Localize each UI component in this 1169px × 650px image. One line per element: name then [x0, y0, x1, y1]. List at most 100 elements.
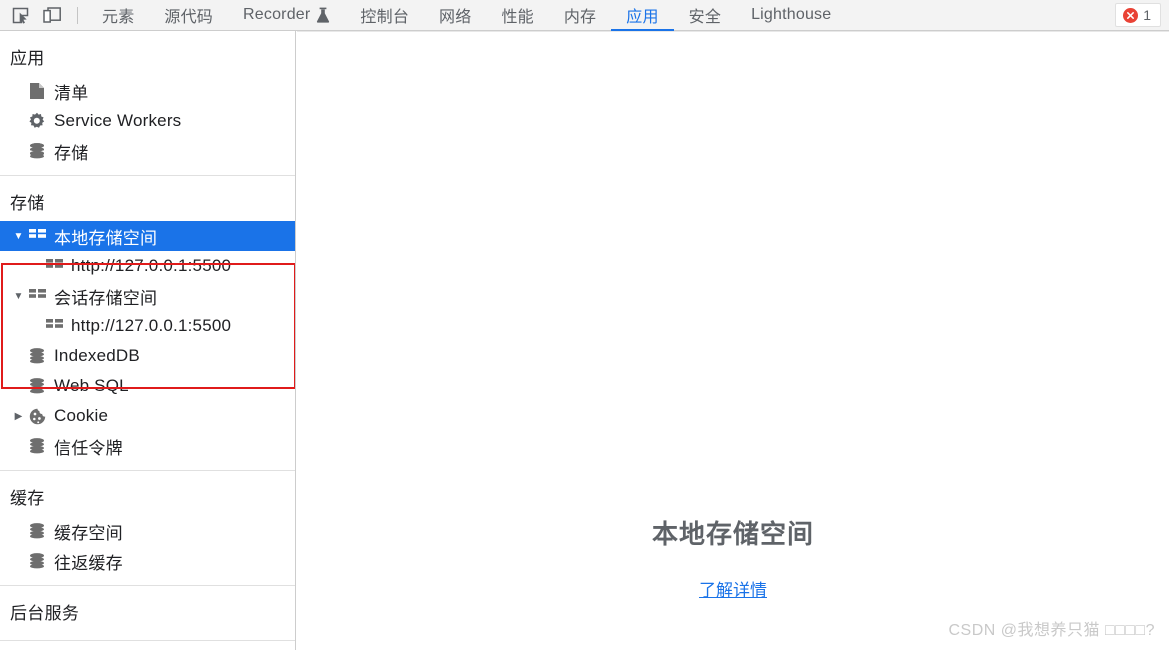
- error-count-badge[interactable]: 1: [1115, 3, 1161, 27]
- device-toolbar-glyph: [43, 6, 61, 23]
- sidebar-group-cache-title: 缓存: [10, 489, 45, 508]
- tab-security-label: 安全: [688, 9, 722, 26]
- sidebar-item-session-storage-label: 会话存储空间: [54, 288, 158, 308]
- sidebar-item-back-forward-cache-label: 往返缓存: [54, 553, 123, 573]
- tab-memory-label: 内存: [563, 9, 597, 26]
- toolbar-divider: [77, 6, 78, 24]
- sidebar-item-storage-overview-label: 存储: [54, 143, 89, 163]
- tab-performance[interactable]: 性能: [486, 0, 548, 31]
- device-toolbar-icon[interactable]: [38, 2, 66, 28]
- learn-more-link[interactable]: 了解详情: [699, 576, 767, 601]
- tab-application[interactable]: 应用: [611, 0, 675, 31]
- tab-recorder-label: Recorder: [243, 6, 311, 23]
- storage-main-panel: 本地存储空间 了解详情: [297, 31, 1169, 650]
- flask-glyph: [317, 7, 330, 23]
- tab-memory[interactable]: 内存: [549, 0, 611, 31]
- sidebar-group-storage-title: 存储: [10, 194, 45, 213]
- sidebar-group-background-services: 后台服务: [0, 586, 295, 641]
- sidebar-item-cookie[interactable]: ▶ Cookie: [0, 401, 295, 431]
- database-glyph: [30, 553, 44, 569]
- sidebar-item-trust-tokens[interactable]: 信任令牌: [0, 431, 295, 461]
- sidebar-item-service-workers-label: Service Workers: [54, 111, 182, 130]
- gear-glyph: [29, 112, 45, 128]
- sidebar-group-background-services-title: 后台服务: [10, 604, 80, 623]
- chevron-down-icon[interactable]: ▼: [10, 291, 27, 302]
- sidebar-group-application: 应用 清单 Service Workers 存储: [0, 31, 295, 176]
- table-glyph: [45, 259, 63, 268]
- experiment-flask-icon: [316, 7, 330, 23]
- application-sidebar[interactable]: 应用 清单 Service Workers 存储 存储 ▼ 本地存储空间 htt…: [0, 31, 296, 650]
- sidebar-group-application-title: 应用: [10, 49, 45, 68]
- database-glyph: [30, 348, 44, 364]
- sidebar-item-trust-tokens-label: 信任令牌: [54, 438, 123, 458]
- tab-elements[interactable]: 元素: [87, 0, 149, 31]
- database-glyph: [30, 438, 44, 454]
- tab-application-label: 应用: [626, 9, 659, 26]
- sidebar-item-web-sql[interactable]: Web SQL: [0, 371, 295, 401]
- table-icon: [27, 226, 47, 246]
- table-icon: [44, 256, 64, 276]
- sidebar-item-session-storage-origin-label: http://127.0.0.1:5500: [71, 316, 232, 335]
- sidebar-item-indexeddb-label: IndexedDB: [54, 346, 140, 365]
- chevron-down-icon[interactable]: ▼: [10, 231, 27, 242]
- sidebar-item-cache-storage[interactable]: 缓存空间: [0, 516, 295, 546]
- tab-recorder[interactable]: Recorder: [228, 0, 345, 31]
- database-icon: [27, 346, 47, 366]
- error-icon: [1123, 7, 1139, 23]
- table-icon: [44, 316, 64, 336]
- sidebar-item-local-storage[interactable]: ▼ 本地存储空间: [0, 221, 295, 251]
- sidebar-group-storage: 存储 ▼ 本地存储空间 http://127.0.0.1:5500 ▼ 会话存储…: [0, 176, 295, 471]
- sidebar-item-web-sql-label: Web SQL: [54, 376, 129, 395]
- inspect-element-icon[interactable]: [6, 2, 34, 28]
- sidebar-item-storage-overview[interactable]: 存储: [0, 136, 295, 166]
- chevron-right-icon[interactable]: ▶: [10, 411, 27, 422]
- table-icon: [27, 286, 47, 306]
- inspect-element-glyph: [12, 7, 28, 24]
- sidebar-item-cookie-label: Cookie: [54, 406, 109, 425]
- tab-console[interactable]: 控制台: [345, 0, 424, 31]
- tab-elements-label: 元素: [102, 9, 135, 26]
- table-glyph: [28, 289, 46, 298]
- database-glyph: [30, 523, 44, 539]
- devtools-toolbar: 元素 源代码 Recorder 控制台 网络 性能 内存 应用 安全 Light…: [0, 0, 1169, 31]
- database-icon: [27, 551, 47, 571]
- document-glyph: [30, 83, 44, 99]
- sidebar-item-manifest[interactable]: 清单: [0, 76, 295, 106]
- sidebar-item-local-storage-origin[interactable]: http://127.0.0.1:5500: [0, 251, 295, 281]
- tab-network[interactable]: 网络: [424, 0, 486, 31]
- sidebar-item-local-storage-origin-label: http://127.0.0.1:5500: [71, 256, 232, 275]
- sidebar-item-local-storage-label: 本地存储空间: [54, 228, 158, 248]
- sidebar-item-session-storage-origin[interactable]: http://127.0.0.1:5500: [0, 311, 295, 341]
- tab-console-label: 控制台: [360, 9, 410, 26]
- error-cross-glyph: [1127, 11, 1135, 19]
- database-glyph: [30, 143, 44, 159]
- database-icon: [27, 436, 47, 456]
- sidebar-item-cache-storage-label: 缓存空间: [54, 523, 123, 543]
- database-glyph: [30, 378, 44, 394]
- empty-state: 本地存储空间 了解详情: [297, 514, 1169, 601]
- database-icon: [27, 141, 47, 161]
- error-count-label: 1: [1143, 7, 1151, 23]
- tab-network-label: 网络: [439, 9, 472, 26]
- tab-sources[interactable]: 源代码: [149, 0, 228, 31]
- page-title: 本地存储空间: [651, 519, 814, 549]
- sidebar-item-back-forward-cache[interactable]: 往返缓存: [0, 546, 295, 576]
- table-glyph: [45, 319, 63, 328]
- tab-security[interactable]: 安全: [674, 0, 736, 31]
- watermark: CSDN @我想养只猫 □□□□?: [948, 622, 1155, 639]
- sidebar-item-indexeddb[interactable]: IndexedDB: [0, 341, 295, 371]
- cookie-glyph: [29, 408, 45, 424]
- devtools-window: 元素 源代码 Recorder 控制台 网络 性能 内存 应用 安全 Light…: [0, 0, 1169, 650]
- table-glyph: [28, 229, 46, 238]
- tab-lighthouse-label: Lighthouse: [751, 6, 832, 23]
- sidebar-item-manifest-label: 清单: [54, 83, 89, 103]
- gear-icon: [27, 111, 47, 131]
- cookie-icon: [27, 406, 47, 426]
- document-icon: [27, 81, 47, 101]
- tab-lighthouse[interactable]: Lighthouse: [736, 0, 846, 31]
- panel-tabs: 元素 源代码 Recorder 控制台 网络 性能 内存 应用 安全 Light…: [87, 0, 846, 31]
- tab-performance-label: 性能: [501, 9, 534, 26]
- sidebar-group-cache: 缓存 缓存空间 往返缓存: [0, 471, 295, 586]
- sidebar-item-service-workers[interactable]: Service Workers: [0, 106, 295, 136]
- sidebar-item-session-storage[interactable]: ▼ 会话存储空间: [0, 281, 295, 311]
